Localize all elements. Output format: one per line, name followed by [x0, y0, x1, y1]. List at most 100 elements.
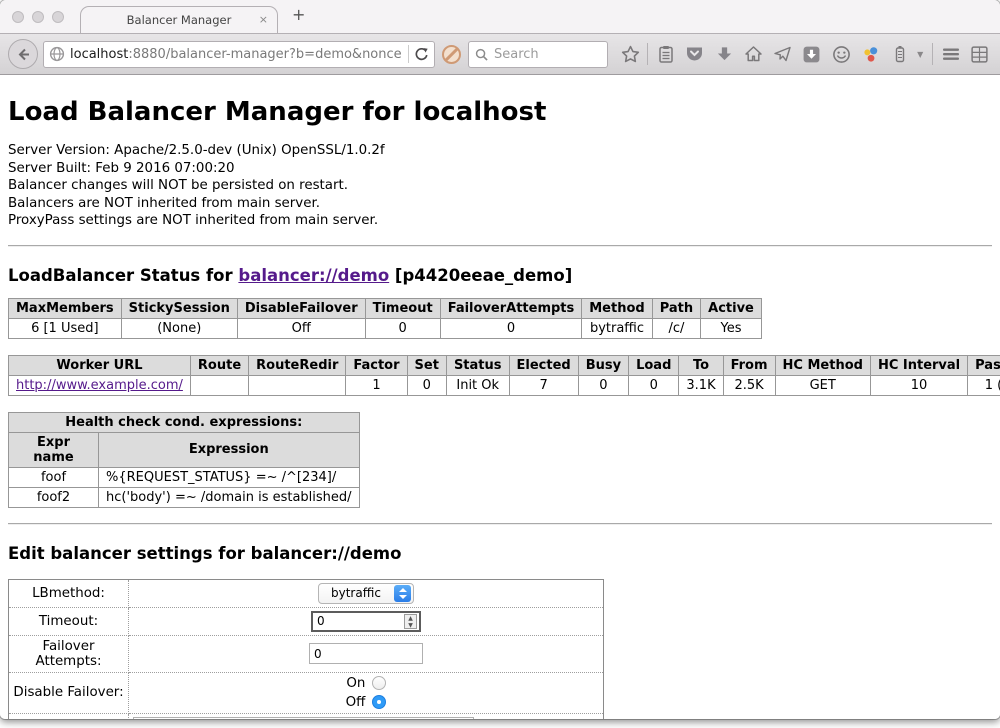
url-hostname: localhost: [70, 47, 128, 62]
factor-value: 1: [346, 375, 407, 395]
worker-url-link[interactable]: http://www.example.com/: [16, 378, 183, 393]
column-header: HC Interval: [870, 355, 967, 375]
column-header: Factor: [346, 355, 407, 375]
column-header: RouteRedir: [249, 355, 346, 375]
pocket-icon[interactable]: [683, 42, 707, 66]
column-header: DisableFailover: [237, 298, 365, 318]
download-box-icon[interactable]: [800, 42, 824, 66]
column-header: MaxMembers: [9, 298, 122, 318]
page-content: Load Balancer Manager for localhost Serv…: [0, 75, 1000, 719]
to-value: 3.1K: [679, 375, 723, 395]
timeout-input[interactable]: 0 ▲▼: [311, 611, 421, 632]
battery-icon[interactable]: [888, 42, 912, 66]
balancer-demo-link[interactable]: balancer://demo: [238, 266, 389, 285]
server-version-line: Server Version: Apache/2.5.0-dev (Unix) …: [8, 142, 992, 160]
window-grid-icon[interactable]: [968, 42, 992, 66]
edit-balancer-form: LBmethod: bytraffic Timeout: 0 ▲▼: [8, 579, 604, 719]
elected-value: 7: [509, 375, 578, 395]
downloads-icon[interactable]: [712, 42, 736, 66]
tab-title: Balancer Manager: [127, 13, 232, 27]
search-field[interactable]: Search: [468, 41, 608, 68]
maxmembers-value: 6 [1 Used]: [9, 318, 122, 338]
persist-note-line: Balancer changes will NOT be persisted o…: [8, 177, 992, 195]
section-divider: [8, 523, 992, 525]
column-header: Active: [701, 298, 762, 318]
search-icon: [475, 48, 488, 61]
server-built-line: Server Built: Feb 9 2016 07:00:20: [8, 160, 992, 178]
zoom-window-icon[interactable]: [52, 11, 64, 23]
set-value: 0: [407, 375, 446, 395]
radio-off[interactable]: [372, 695, 386, 709]
radio-on[interactable]: [372, 676, 386, 690]
form-row-timeout: Timeout: 0 ▲▼: [9, 607, 604, 635]
page-title: Load Balancer Manager for localhost: [8, 97, 992, 127]
hc-method-value: GET: [775, 375, 870, 395]
disablefailover-value: Off: [237, 318, 365, 338]
tab-balancer-manager[interactable]: Balancer Manager ×: [80, 6, 278, 33]
close-window-icon[interactable]: [12, 11, 24, 23]
new-tab-button[interactable]: +: [292, 5, 305, 24]
clipboard-icon[interactable]: [654, 42, 678, 66]
proxypass-note-line: ProxyPass settings are NOT inherited fro…: [8, 212, 992, 230]
send-plane-icon[interactable]: [771, 42, 795, 66]
balancer-status-table: MaxMembers StickySession DisableFailover…: [8, 298, 762, 339]
search-placeholder: Search: [494, 47, 539, 62]
menu-hamburger-icon[interactable]: [939, 42, 963, 66]
expr-name: foof2: [9, 487, 99, 507]
reload-icon[interactable]: [414, 47, 429, 62]
timeout-input-value: 0: [317, 614, 325, 628]
health-table-title: Health check cond. expressions:: [9, 412, 360, 432]
column-header: Method: [582, 298, 652, 318]
column-header: Load: [629, 355, 679, 375]
column-header: HC Method: [775, 355, 870, 375]
active-value: Yes: [701, 318, 762, 338]
column-header: FailoverAttempts: [440, 298, 582, 318]
status-value: Init Ok: [446, 375, 509, 395]
select-stepper-icon: [394, 585, 411, 602]
server-info: Server Version: Apache/2.5.0-dev (Unix) …: [8, 142, 992, 230]
lbmethod-select[interactable]: bytraffic: [318, 583, 414, 604]
content-blocked-icon[interactable]: [442, 45, 461, 64]
status-heading-suffix: [p4420eeae_demo]: [389, 266, 572, 285]
section-divider: [8, 245, 992, 247]
back-arrow-icon: [15, 46, 32, 63]
home-icon[interactable]: [741, 42, 765, 66]
chevron-down-icon[interactable]: ▼: [917, 50, 927, 59]
title-bar: Balancer Manager × +: [0, 0, 1000, 33]
failover-attempts-input[interactable]: 0: [309, 643, 423, 664]
smiley-chat-icon[interactable]: [829, 42, 853, 66]
url-bar[interactable]: localhost:8880/balancer-manager?b=demo&n…: [43, 41, 435, 68]
from-value: 2.5K: [723, 375, 775, 395]
table-row: foof %{REQUEST_STATUS} =~ /^[234]/: [9, 467, 360, 487]
stickysession-value: (None): [121, 318, 237, 338]
timeout-label: Timeout:: [9, 607, 129, 635]
expr-text: hc('body') =~ /domain is established/: [99, 487, 360, 507]
url-bar-divider: [408, 45, 409, 63]
tab-close-icon[interactable]: ×: [259, 13, 268, 26]
colored-dots-icon[interactable]: [859, 42, 883, 66]
form-row-failover: Failover Attempts: 0: [9, 635, 604, 672]
globe-icon: [49, 46, 65, 62]
bookmark-star-icon[interactable]: [618, 42, 642, 66]
status-heading: LoadBalancer Status for balancer://demo …: [8, 266, 992, 285]
radio-off-label: Off: [346, 695, 366, 710]
disable-failover-radio-group: On Off: [346, 676, 387, 710]
hc-interval-value: 10: [870, 375, 967, 395]
column-header: Passes: [968, 355, 1000, 375]
column-header: StickySession: [121, 298, 237, 318]
failover-input-value: 0: [314, 647, 322, 661]
minimize-window-icon[interactable]: [32, 11, 44, 23]
table-header-row: Expr name Expression: [9, 432, 360, 467]
url-input[interactable]: localhost:8880/balancer-manager?b=demo&n…: [70, 47, 403, 62]
column-header: Worker URL: [9, 355, 191, 375]
table-header-row: MaxMembers StickySession DisableFailover…: [9, 298, 762, 318]
table-row: http://www.example.com/ 1 0 Init Ok 7 0 …: [9, 375, 1000, 395]
form-row-lbmethod: LBmethod: bytraffic: [9, 579, 604, 607]
health-check-table: Health check cond. expressions: Expr nam…: [8, 412, 360, 508]
number-spinner-icon[interactable]: ▲▼: [404, 614, 417, 629]
sticky-session-input[interactable]: [133, 717, 474, 719]
back-button[interactable]: [8, 39, 38, 69]
column-header: Expr name: [9, 432, 99, 467]
edit-settings-heading: Edit balancer settings for balancer://de…: [8, 544, 992, 563]
method-value: bytraffic: [582, 318, 652, 338]
